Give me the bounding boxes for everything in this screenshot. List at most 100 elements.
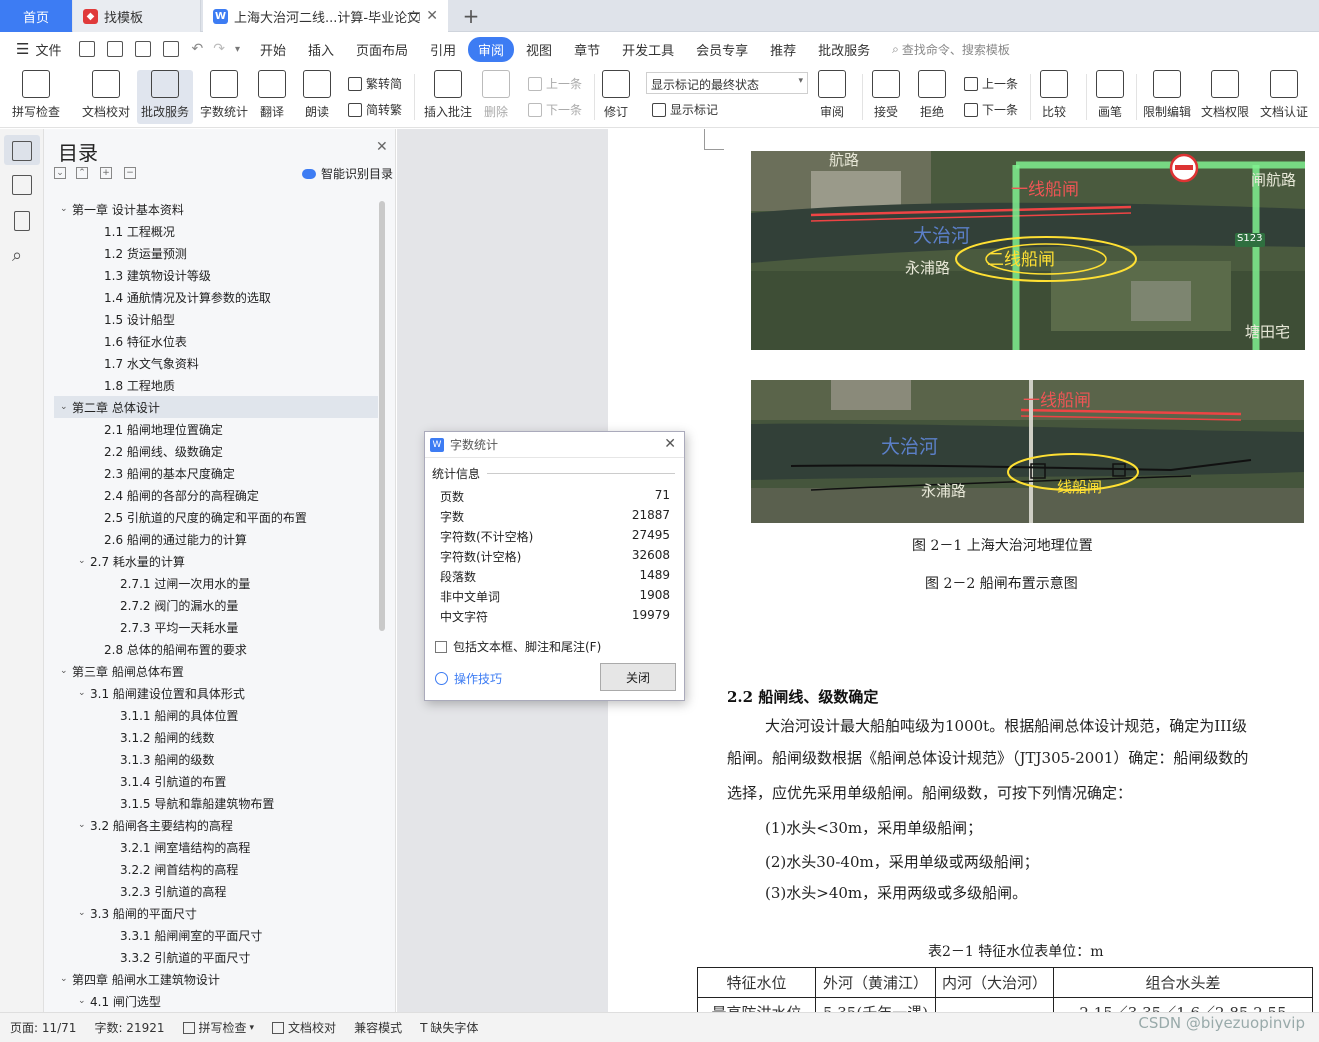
toc-item[interactable]: 3.2.1 闸室墙结构的高程 bbox=[54, 836, 378, 858]
export-icon[interactable] bbox=[107, 41, 124, 57]
toc-item[interactable]: 2.7.1 过闸一次用水的量 bbox=[54, 572, 378, 594]
proofread-status[interactable]: 文档校对 bbox=[272, 1019, 336, 1036]
toc-item[interactable]: ⌄ 第四章 船闸水工建筑物设计 bbox=[54, 968, 378, 990]
toc-item[interactable]: 3.1.4 引航道的布置 bbox=[54, 770, 378, 792]
toc-item[interactable]: 2.7.3 平均一天耗水量 bbox=[54, 616, 378, 638]
next-comment-button[interactable]: 下一条 bbox=[528, 101, 582, 118]
collapse-all-icon[interactable]: ⌄ bbox=[54, 167, 66, 179]
toc-item[interactable]: 3.2.3 引航道的高程 bbox=[54, 880, 378, 902]
doc-permission-button[interactable]: 文档权限 bbox=[1201, 70, 1249, 120]
toc-item[interactable]: ⌄ 第三章 船闸总体布置 bbox=[54, 660, 378, 682]
toc-item[interactable]: 2.3 船闸的基本尺度确定 bbox=[54, 462, 378, 484]
toc-item[interactable]: 1.4 通航情况及计算参数的选取 bbox=[54, 286, 378, 308]
spell-check-button[interactable]: 拼写检查 bbox=[12, 70, 60, 120]
toc-item[interactable]: 3.2.2 闸首结构的高程 bbox=[54, 858, 378, 880]
menu-start[interactable]: 开始 bbox=[250, 37, 296, 62]
undo-icon[interactable]: ↶ bbox=[191, 41, 203, 57]
dialog-titlebar[interactable]: W 字数统计 ✕ bbox=[425, 432, 684, 458]
menu-correct[interactable]: 批改服务 bbox=[808, 37, 880, 62]
toc-item[interactable]: 3.1.1 船闸的具体位置 bbox=[54, 704, 378, 726]
toc-item[interactable]: 1.6 特征水位表 bbox=[54, 330, 378, 352]
chevron-down-icon[interactable]: ⌄ bbox=[78, 820, 90, 830]
page-indicator[interactable]: 页面: 11/71 bbox=[10, 1019, 76, 1036]
compat-mode[interactable]: 兼容模式 bbox=[354, 1019, 402, 1036]
word-count-button[interactable]: 字数统计 bbox=[200, 70, 248, 120]
toc-item[interactable]: 2.5 引航道的尺度的确定和平面的布置 bbox=[54, 506, 378, 528]
toc-item[interactable]: 2.6 船闸的通过能力的计算 bbox=[54, 528, 378, 550]
toc-item[interactable]: 3.3.2 引航道的平面尺寸 bbox=[54, 946, 378, 968]
save-icon[interactable] bbox=[79, 41, 96, 57]
search-icon[interactable]: ⌕ bbox=[12, 245, 22, 266]
tab-home[interactable]: 首页 bbox=[0, 0, 72, 32]
toc-scrollbar[interactable] bbox=[379, 201, 385, 631]
reject-button[interactable]: 拒绝 bbox=[918, 70, 946, 120]
prev-change-button[interactable]: 上一条 bbox=[964, 75, 1018, 92]
chevron-down-icon[interactable]: ⌄ bbox=[60, 974, 72, 984]
chevron-down-icon[interactable]: ▾ bbox=[235, 44, 240, 55]
screen-icon[interactable] bbox=[409, 11, 420, 21]
pen-button[interactable]: 画笔 bbox=[1096, 70, 1124, 120]
proofread-button[interactable]: 文档校对 bbox=[82, 70, 130, 120]
toc-item[interactable]: 1.2 货运量预测 bbox=[54, 242, 378, 264]
chevron-down-icon[interactable]: ⌄ bbox=[78, 556, 90, 566]
checkbox-box[interactable] bbox=[435, 640, 447, 653]
close-tab-icon[interactable]: ✕ bbox=[426, 8, 438, 24]
close-icon[interactable]: ✕ bbox=[664, 436, 676, 452]
next-change-button[interactable]: 下一条 bbox=[964, 101, 1018, 118]
command-search[interactable]: 查找命令、搜索模板 bbox=[902, 41, 1010, 58]
toc-item[interactable]: 3.1.2 船闸的线数 bbox=[54, 726, 378, 748]
menu-layout[interactable]: 页面布局 bbox=[346, 37, 418, 62]
delete-comment-button[interactable]: 删除 bbox=[482, 70, 510, 120]
preview-icon[interactable] bbox=[163, 41, 180, 57]
toc-item[interactable]: ⌄ 第一章 设计基本资料 bbox=[54, 198, 378, 220]
toc-item[interactable]: 2.2 船闸线、级数确定 bbox=[54, 440, 378, 462]
correct-service-button[interactable]: 批改服务 bbox=[137, 70, 194, 124]
restrict-edit-button[interactable]: 限制编辑 bbox=[1143, 70, 1191, 120]
toc-item[interactable]: 3.3.1 船闸闸室的平面尺寸 bbox=[54, 924, 378, 946]
hamburger-icon[interactable]: ☰ bbox=[16, 40, 29, 58]
chevron-down-icon[interactable]: ⌄ bbox=[60, 666, 72, 676]
tab-template[interactable]: ◆ 找模板 bbox=[73, 0, 201, 32]
tips-link[interactable]: 操作技巧 bbox=[435, 670, 502, 687]
read-aloud-button[interactable]: 朗读 bbox=[303, 70, 331, 120]
word-count-indicator[interactable]: 字数: 21921 bbox=[94, 1019, 164, 1036]
toc-item[interactable]: ⌄ 3.2 船闸各主要结构的高程 bbox=[54, 814, 378, 836]
toc-item[interactable]: 1.1 工程概况 bbox=[54, 220, 378, 242]
markup-state-select[interactable]: 显示标记的最终状态 ▾ bbox=[646, 72, 808, 94]
menu-member[interactable]: 会员专享 bbox=[686, 37, 758, 62]
translate-button[interactable]: 翻译 bbox=[258, 70, 286, 120]
print-icon[interactable] bbox=[135, 41, 152, 57]
menu-chapter[interactable]: 章节 bbox=[564, 37, 610, 62]
toc-icon[interactable] bbox=[12, 141, 32, 161]
toc-item[interactable]: 2.4 船闸的各部分的高程确定 bbox=[54, 484, 378, 506]
accept-button[interactable]: 接受 bbox=[872, 70, 900, 120]
chevron-down-icon[interactable]: ⌄ bbox=[60, 402, 72, 412]
tab-document[interactable]: W 上海大治河二线...计算-毕业论文 ✕ bbox=[203, 0, 448, 32]
menu-review[interactable]: 审阅 bbox=[468, 36, 515, 62]
outline-icon[interactable] bbox=[12, 175, 32, 195]
add-heading-icon[interactable]: + bbox=[100, 167, 112, 179]
missing-font-status[interactable]: T 缺失字体 bbox=[420, 1019, 478, 1036]
menu-file[interactable]: 文件 bbox=[29, 37, 71, 62]
menu-devtools[interactable]: 开发工具 bbox=[612, 37, 684, 62]
close-icon[interactable]: ✕ bbox=[376, 139, 388, 155]
toc-item[interactable]: 1.7 水文气象资料 bbox=[54, 352, 378, 374]
toc-item[interactable]: 2.7.2 阀门的漏水的量 bbox=[54, 594, 378, 616]
chevron-down-icon[interactable]: ⌄ bbox=[78, 996, 90, 1006]
prev-comment-button[interactable]: 上一条 bbox=[528, 75, 582, 92]
include-footnotes-checkbox[interactable]: 包括文本框、脚注和尾注(F) bbox=[435, 638, 601, 655]
menu-view[interactable]: 视图 bbox=[516, 37, 562, 62]
toc-item[interactable]: ⌄ 第二章 总体设计 bbox=[54, 396, 378, 418]
redo-icon[interactable]: ↷ bbox=[213, 41, 225, 57]
chevron-down-icon[interactable]: ⌄ bbox=[60, 204, 72, 214]
toc-item[interactable]: 1.8 工程地质 bbox=[54, 374, 378, 396]
chevron-down-icon[interactable]: ⌄ bbox=[78, 908, 90, 918]
toc-item[interactable]: 1.5 设计船型 bbox=[54, 308, 378, 330]
toc-item[interactable]: ⌄ 4.1 闸门选型 bbox=[54, 990, 378, 1012]
chevron-down-icon[interactable]: ⌄ bbox=[78, 688, 90, 698]
doc-certify-button[interactable]: 文档认证 bbox=[1260, 70, 1308, 120]
show-markup-button[interactable]: 显示标记 bbox=[652, 101, 718, 118]
revise-button[interactable]: 修订 bbox=[602, 70, 630, 120]
menu-reference[interactable]: 引用 bbox=[420, 37, 466, 62]
toc-item[interactable]: 3.1.5 导航和靠船建筑物布置 bbox=[54, 792, 378, 814]
